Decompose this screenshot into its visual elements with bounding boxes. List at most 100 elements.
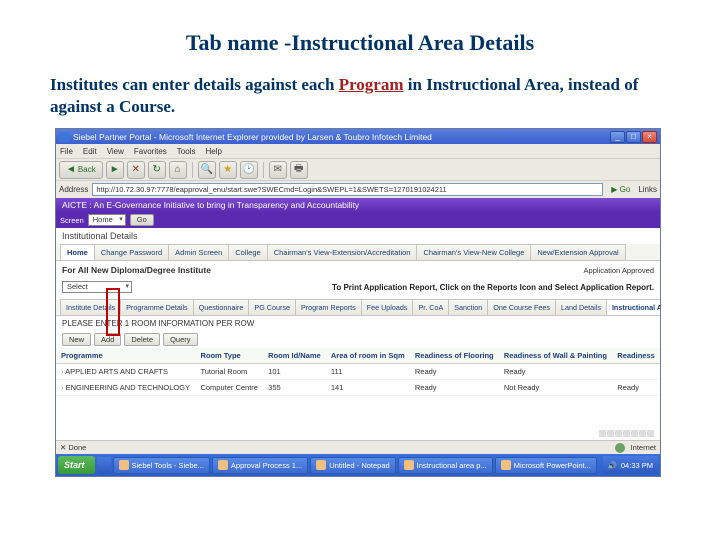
col-readiness[interactable]: Readiness <box>612 348 660 364</box>
subtab-one-course-fees[interactable]: One Course Fees <box>487 299 556 315</box>
go-button[interactable]: ▶ Go <box>607 185 634 194</box>
menu-view[interactable]: View <box>107 147 124 156</box>
quick-launch[interactable] <box>97 457 111 474</box>
tab-home[interactable]: Home <box>60 244 95 260</box>
forward-button[interactable]: ► <box>106 161 124 179</box>
browser-toolbar: ◄ Back ► ✕ ↻ ⌂ 🔍 ★ 🕑 ✉ 🖶 <box>56 158 660 180</box>
search-button[interactable]: 🔍 <box>198 161 216 179</box>
new-button[interactable]: New <box>62 333 91 346</box>
slide-title: Tab name -Instructional Area Details <box>50 30 670 56</box>
tab-college[interactable]: College <box>228 244 267 260</box>
subtab-questionnaire[interactable]: Questionnaire <box>193 299 250 315</box>
table-row[interactable]: ENGINEERING AND TECHNOLOGY Computer Cent… <box>56 380 660 396</box>
per-row-note: PLEASE ENTER 1 ROOM INFORMATION PER ROW <box>62 319 254 328</box>
tab-new-extension-approval[interactable]: New/Extension Approval <box>530 244 625 260</box>
subtab-programme-details[interactable]: Programme Details <box>120 299 194 315</box>
query-button[interactable]: Query <box>163 333 197 346</box>
windows-taskbar: Start Siebel Tools - Siebe... Approval P… <box>56 454 660 476</box>
page-indicator[interactable] <box>647 430 654 437</box>
stop-button[interactable]: ✕ <box>127 161 145 179</box>
filter-label: For All New Diploma/Degree Institute <box>62 265 211 275</box>
task-item[interactable]: Microsoft PowerPoint... <box>495 457 597 474</box>
tab-chairman-new-college[interactable]: Chairman's View-New College <box>416 244 531 260</box>
task-item[interactable]: Approval Process 1... <box>212 457 308 474</box>
section-header: Institutional Details <box>56 228 660 244</box>
task-item[interactable]: Instructional area p... <box>398 457 493 474</box>
address-bar: Address http://10.72.30.97:7778/eapprova… <box>56 180 660 198</box>
address-input[interactable]: http://10.72.30.97:7778/eapproval_enu/st… <box>92 183 603 196</box>
subtab-program-reports[interactable]: Program Reports <box>295 299 362 315</box>
menu-tools[interactable]: Tools <box>177 147 196 156</box>
table-row[interactable]: APPLIED ARTS AND CRAFTS Tutorial Room 10… <box>56 364 660 380</box>
page-indicator[interactable] <box>607 430 614 437</box>
col-area-sqm[interactable]: Area of room in Sqm <box>326 348 410 364</box>
menu-edit[interactable]: Edit <box>83 147 97 156</box>
task-item[interactable]: Untitled - Notepad <box>310 457 395 474</box>
desc-program: Program <box>339 75 404 94</box>
window-titlebar: Siebel Partner Portal - Microsoft Intern… <box>56 129 660 144</box>
filter-select[interactable]: Select <box>62 281 132 293</box>
page-indicator[interactable] <box>623 430 630 437</box>
screen-select[interactable]: Home <box>88 214 126 226</box>
subtab-fee-uploads[interactable]: Fee Uploads <box>361 299 414 315</box>
subtab-pg-course[interactable]: PG Course <box>248 299 296 315</box>
col-readiness-wall[interactable]: Readiness of Wall & Painting <box>499 348 612 364</box>
app-icon <box>218 460 228 470</box>
status-done: ✕ Done <box>60 443 86 452</box>
subtab-pr-coa[interactable]: Pr. CoA <box>412 299 449 315</box>
task-item[interactable]: Siebel Tools - Siebe... <box>113 457 210 474</box>
instructional-area-grid: Programme Room Type Room Id/Name Area of… <box>56 348 660 396</box>
tray-icon[interactable]: 🔊 <box>608 461 617 470</box>
menu-help[interactable]: Help <box>205 147 221 156</box>
delete-button[interactable]: Delete <box>124 333 160 346</box>
ie-icon <box>59 132 69 142</box>
screen-go-button[interactable]: Go <box>130 214 154 226</box>
subtab-institute-details[interactable]: Institute Details <box>60 299 121 315</box>
col-readiness-flooring[interactable]: Readiness of Flooring <box>410 348 499 364</box>
browser-menubar: File Edit View Favorites Tools Help <box>56 144 660 158</box>
browser-window: Siebel Partner Portal - Microsoft Intern… <box>55 128 661 477</box>
tab-change-password[interactable]: Change Password <box>94 244 169 260</box>
sub-tabs: Institute Details Programme Details Ques… <box>56 299 660 316</box>
tab-chairman-extension[interactable]: Chairman's View-Extension/Accreditation <box>267 244 418 260</box>
system-tray[interactable]: 🔊 04:33 PM <box>603 456 658 474</box>
col-programme[interactable]: Programme <box>56 348 195 364</box>
add-button[interactable]: Add <box>94 333 121 346</box>
app-icon <box>404 460 414 470</box>
page-indicator[interactable] <box>639 430 646 437</box>
start-button[interactable]: Start <box>58 456 95 474</box>
history-button[interactable]: 🕑 <box>240 161 258 179</box>
clock[interactable]: 04:33 PM <box>621 461 653 470</box>
tab-admin-screen[interactable]: Admin Screen <box>168 244 229 260</box>
internet-zone-icon <box>615 443 625 453</box>
subtab-instructional-area[interactable]: Instructional Area <box>606 299 660 315</box>
pagination-strip <box>56 426 660 440</box>
close-button[interactable]: × <box>642 131 657 143</box>
refresh-button[interactable]: ↻ <box>148 161 166 179</box>
browser-statusbar: ✕ Done Internet <box>56 440 660 454</box>
app-icon <box>119 460 129 470</box>
mail-button[interactable]: ✉ <box>269 161 287 179</box>
minimize-button[interactable]: _ <box>610 131 625 143</box>
note-row: PLEASE ENTER 1 ROOM INFORMATION PER ROW <box>56 316 660 331</box>
application-approved-label: Application Approved <box>584 266 654 275</box>
main-tabs: Home Change Password Admin Screen Colleg… <box>56 244 660 261</box>
subtab-sanction[interactable]: Sanction <box>448 299 488 315</box>
page-indicator[interactable] <box>599 430 606 437</box>
favorites-button[interactable]: ★ <box>219 161 237 179</box>
address-label: Address <box>59 185 88 194</box>
col-room-type[interactable]: Room Type <box>195 348 263 364</box>
internet-zone-label: Internet <box>631 443 656 452</box>
page-indicator[interactable] <box>631 430 638 437</box>
page-indicator[interactable] <box>615 430 622 437</box>
menu-file[interactable]: File <box>60 147 73 156</box>
back-button[interactable]: ◄ Back <box>59 161 103 179</box>
print-button[interactable]: 🖶 <box>290 161 308 179</box>
home-button[interactable]: ⌂ <box>169 161 187 179</box>
screen-label: Screen <box>60 216 84 225</box>
maximize-button[interactable]: □ <box>626 131 641 143</box>
subtab-land-details[interactable]: Land Details <box>555 299 607 315</box>
menu-favorites[interactable]: Favorites <box>134 147 167 156</box>
links-label[interactable]: Links <box>638 185 657 194</box>
col-room-id[interactable]: Room Id/Name <box>263 348 326 364</box>
